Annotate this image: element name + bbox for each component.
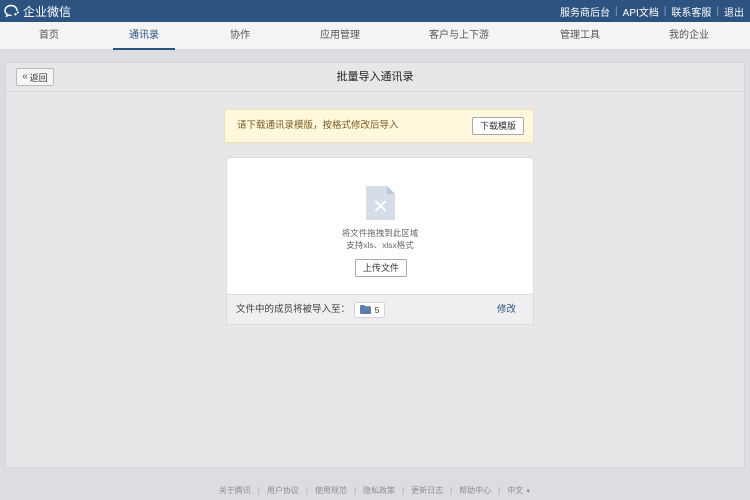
notice-text: 请下载通讯录模版，按格式修改后导入 [237, 120, 399, 131]
service-provider-link[interactable]: 服务商后台 [560, 4, 610, 19]
main-panel: 批量导入通讯录 « 返回 请下载通讯录模版，按格式修改后导入 下载模版 将文件拖… [5, 62, 745, 468]
department-chip[interactable]: 5 [354, 302, 385, 318]
download-template-button[interactable]: 下载模版 [472, 117, 524, 135]
divider: | [402, 485, 405, 495]
tab-home[interactable]: 首页 [18, 22, 80, 50]
footer: 关于腾讯 | 用户协议 | 使用规范 | 隐私政策 | 更新日志 | 帮助中心 … [0, 484, 750, 496]
divider: | [498, 485, 501, 495]
department-count: 5 [374, 305, 380, 315]
tab-collaboration[interactable]: 协作 [209, 22, 271, 50]
tab-management-tools[interactable]: 管理工具 [549, 22, 611, 50]
logout-link[interactable]: 退出 [724, 4, 744, 19]
tab-customers[interactable]: 客户与上下游 [428, 22, 490, 50]
folder-icon [359, 304, 371, 316]
divider: | [663, 5, 667, 17]
top-bar: 企业微信 服务商后台 | API文档 | 联系客服 | 退出 [0, 0, 750, 22]
dropzone-formats: 支持xls、xlsx格式 [346, 240, 414, 250]
contact-support-link[interactable]: 联系客服 [671, 4, 711, 19]
divider: | [305, 485, 308, 495]
tab-my-company[interactable]: 我的企业 [658, 22, 720, 50]
language-label: 中文 [507, 485, 524, 495]
file-placeholder-icon [366, 186, 395, 223]
divider: | [615, 5, 618, 17]
divider: | [450, 485, 453, 495]
panel-header: 批量导入通讯录 « 返回 [6, 63, 744, 92]
back-button[interactable]: « 返回 [16, 68, 54, 86]
back-button-label: 返回 [29, 72, 48, 83]
top-links: 服务商后台 | API文档 | 联系客服 | 退出 [560, 4, 744, 19]
dropzone-hint: 将文件拖拽到此区域 [341, 228, 419, 238]
divider: | [257, 485, 260, 495]
double-chevron-left-icon: « [22, 71, 28, 82]
modify-target-link[interactable]: 修改 [497, 295, 516, 325]
wecom-logo-icon [4, 4, 20, 18]
import-target-label: 文件中的成员将被导入至： [236, 304, 351, 315]
footer-link-user-agreement[interactable]: 用户协议 [267, 485, 299, 496]
import-target-bar: 文件中的成员将被导入至： 5 修改 [226, 295, 534, 325]
api-docs-link[interactable]: API文档 [623, 4, 659, 19]
divider: | [716, 5, 719, 17]
file-dropzone[interactable]: 将文件拖拽到此区域 支持xls、xlsx格式 上传文件 [226, 157, 534, 295]
footer-link-about[interactable]: 关于腾讯 [219, 485, 251, 496]
page-title: 批量导入通讯录 [336, 71, 414, 83]
tab-contacts[interactable]: 通讯录 [113, 22, 175, 50]
import-card: 请下载通讯录模版，按格式修改后导入 下载模版 将文件拖拽到此区域 支持xls、x… [224, 109, 534, 325]
footer-link-privacy[interactable]: 隐私政策 [363, 485, 395, 496]
upload-file-button[interactable]: 上传文件 [355, 259, 407, 277]
main-nav: 首页 通讯录 协作 应用管理 客户与上下游 管理工具 我的企业 [0, 22, 750, 50]
tab-app-management[interactable]: 应用管理 [309, 22, 371, 50]
footer-link-usage-rules[interactable]: 使用规范 [315, 485, 347, 496]
notice-bar: 请下载通讯录模版，按格式修改后导入 下载模版 [224, 109, 534, 143]
brand[interactable]: 企业微信 [4, 3, 71, 20]
brand-name: 企业微信 [23, 4, 72, 19]
caret-down-icon: ▼ [525, 488, 532, 495]
footer-link-changelog[interactable]: 更新日志 [411, 485, 443, 496]
divider: | [353, 485, 357, 495]
footer-link-help[interactable]: 帮助中心 [459, 485, 491, 496]
language-selector[interactable]: 中文 ▼ [507, 485, 531, 496]
